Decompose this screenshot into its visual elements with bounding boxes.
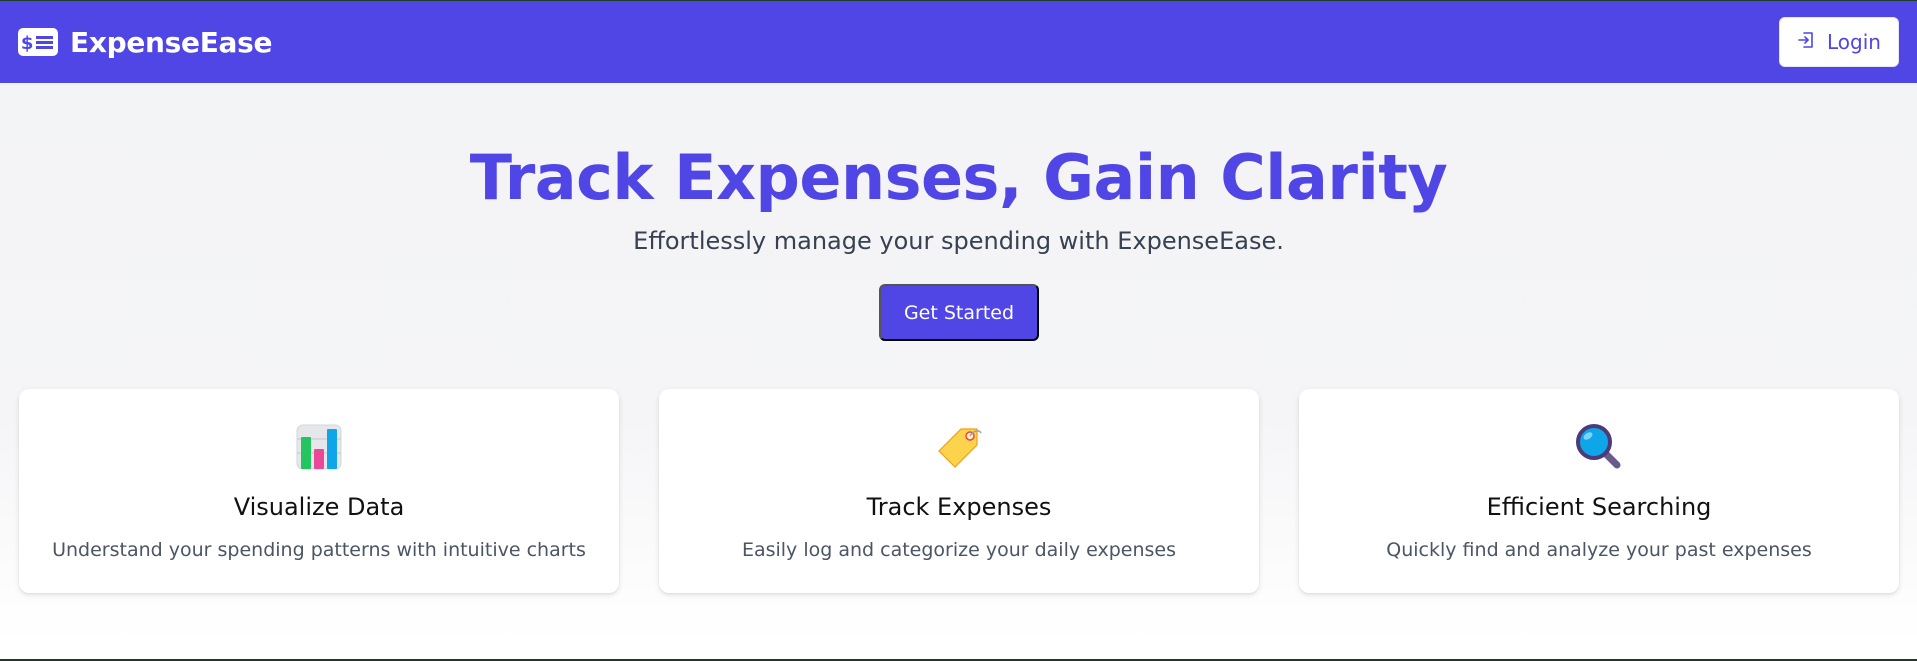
price-tag-icon	[935, 423, 983, 471]
app-root: $ ExpenseEase Login Track Expenses, Gain…	[0, 0, 1917, 661]
login-label: Login	[1827, 30, 1881, 54]
feature-description: Quickly find and analyze your past expen…	[1386, 539, 1812, 561]
feature-title: Efficient Searching	[1486, 493, 1712, 521]
hero-title: Track Expenses, Gain Clarity	[469, 141, 1448, 214]
brand[interactable]: $ ExpenseEase	[18, 25, 273, 59]
feature-card-track-expenses: Track Expenses Easily log and categorize…	[659, 389, 1259, 593]
bar-chart-icon	[295, 423, 343, 471]
feature-description: Understand your spending patterns with i…	[52, 539, 586, 561]
feature-card-visualize-data: Visualize Data Understand your spending …	[19, 389, 619, 593]
svg-text:$: $	[21, 33, 33, 54]
magnifying-glass-icon	[1575, 423, 1623, 471]
brand-name: ExpenseEase	[70, 25, 273, 59]
feature-title: Track Expenses	[866, 493, 1052, 521]
get-started-button[interactable]: Get Started	[879, 284, 1039, 341]
hero-subtitle: Effortlessly manage your spending with E…	[633, 227, 1284, 255]
feature-title: Visualize Data	[233, 493, 405, 521]
sign-in-icon	[1797, 30, 1815, 54]
feature-card-efficient-searching: Efficient Searching Quickly find and ana…	[1299, 389, 1899, 593]
feature-description: Easily log and categorize your daily exp…	[741, 539, 1177, 561]
money-bill-icon: $	[18, 28, 58, 56]
login-button[interactable]: Login	[1779, 17, 1899, 67]
top-navbar: $ ExpenseEase Login	[0, 1, 1917, 83]
